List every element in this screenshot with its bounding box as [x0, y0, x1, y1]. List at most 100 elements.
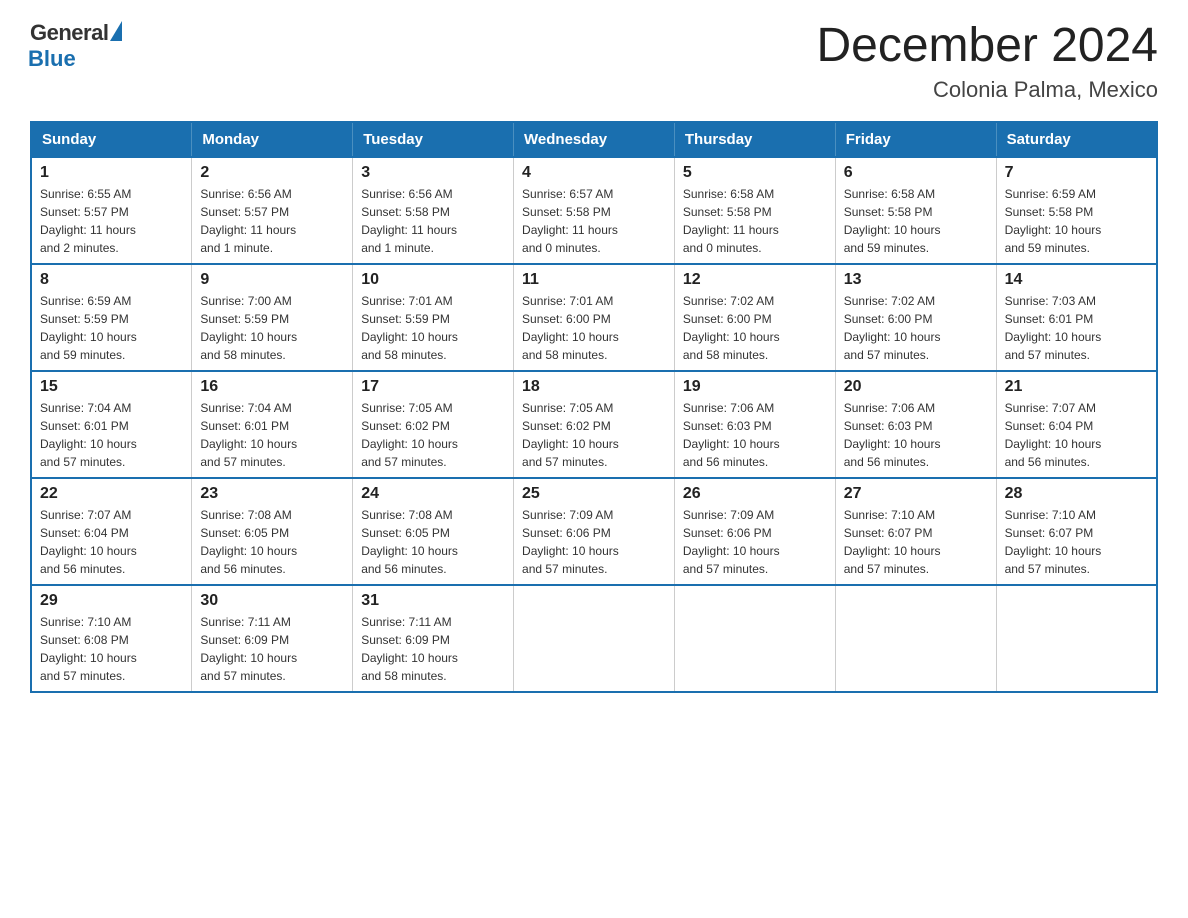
header-tuesday: Tuesday: [353, 122, 514, 157]
day-info: Sunrise: 7:06 AMSunset: 6:03 PMDaylight:…: [683, 399, 827, 471]
day-info: Sunrise: 7:09 AMSunset: 6:06 PMDaylight:…: [522, 506, 666, 578]
day-info: Sunrise: 7:10 AMSunset: 6:08 PMDaylight:…: [40, 613, 183, 685]
day-info: Sunrise: 7:02 AMSunset: 6:00 PMDaylight:…: [844, 292, 988, 364]
day-number: 30: [200, 592, 344, 610]
day-number: 20: [844, 378, 988, 396]
day-info: Sunrise: 7:02 AMSunset: 6:00 PMDaylight:…: [683, 292, 827, 364]
week-row-4: 22Sunrise: 7:07 AMSunset: 6:04 PMDayligh…: [31, 478, 1157, 585]
day-cell: 3 Sunrise: 6:56 AMSunset: 5:58 PMDaylight…: [353, 157, 514, 264]
header-wednesday: Wednesday: [514, 122, 675, 157]
day-number: 5: [683, 164, 827, 182]
day-number: 12: [683, 271, 827, 289]
header-monday: Monday: [192, 122, 353, 157]
day-info: Sunrise: 7:10 AMSunset: 6:07 PMDaylight:…: [844, 506, 988, 578]
day-number: 11: [522, 271, 666, 289]
week-row-3: 15 Sunrise: 7:04 AMSunset: 6:01 PMDayligh…: [31, 371, 1157, 478]
day-cell: 13Sunrise: 7:02 AMSunset: 6:00 PMDayligh…: [835, 264, 996, 371]
day-cell: 1 Sunrise: 6:55 AMSunset: 5:57 PMDaylight…: [31, 157, 192, 264]
title-block: December 2024 Colonia Palma, Mexico: [816, 20, 1158, 103]
day-info: Sunrise: 7:10 AMSunset: 6:07 PMDaylight:…: [1005, 506, 1148, 578]
day-number: 18: [522, 378, 666, 396]
day-cell: 18 Sunrise: 7:05 AMSunset: 6:02 PMDayligh…: [514, 371, 675, 478]
day-number: 23: [200, 485, 344, 503]
day-cell: 2 Sunrise: 6:56 AMSunset: 5:57 PMDaylight…: [192, 157, 353, 264]
day-info: Sunrise: 7:06 AMSunset: 6:03 PMDaylight:…: [844, 399, 988, 471]
day-number: 14: [1005, 271, 1148, 289]
day-number: 27: [844, 485, 988, 503]
day-cell: 24 Sunrise: 7:08 AMSunset: 6:05 PMDayligh…: [353, 478, 514, 585]
day-cell: 14 Sunrise: 7:03 AMSunset: 6:01 PMDayligh…: [996, 264, 1157, 371]
day-cell: 29 Sunrise: 7:10 AMSunset: 6:08 PMDayligh…: [31, 585, 192, 692]
header-sunday: Sunday: [31, 122, 192, 157]
day-number: 29: [40, 592, 183, 610]
day-cell: 9Sunrise: 7:00 AMSunset: 5:59 PMDaylight…: [192, 264, 353, 371]
day-number: 31: [361, 592, 505, 610]
day-cell: 25 Sunrise: 7:09 AMSunset: 6:06 PMDayligh…: [514, 478, 675, 585]
day-info: Sunrise: 7:05 AMSunset: 6:02 PMDaylight:…: [522, 399, 666, 471]
day-info: Sunrise: 7:08 AMSunset: 6:05 PMDaylight:…: [361, 506, 505, 578]
logo-general-text: General: [30, 20, 108, 46]
day-info: Sunrise: 7:04 AMSunset: 6:01 PMDaylight:…: [40, 399, 183, 471]
day-number: 7: [1005, 164, 1148, 182]
day-number: 22: [40, 485, 183, 503]
day-cell: [514, 585, 675, 692]
day-cell: 16Sunrise: 7:04 AMSunset: 6:01 PMDayligh…: [192, 371, 353, 478]
day-info: Sunrise: 6:55 AMSunset: 5:57 PMDaylight:…: [40, 185, 183, 257]
day-info: Sunrise: 7:07 AMSunset: 6:04 PMDaylight:…: [1005, 399, 1148, 471]
day-info: Sunrise: 7:11 AMSunset: 6:09 PMDaylight:…: [200, 613, 344, 685]
day-cell: 28Sunrise: 7:10 AMSunset: 6:07 PMDayligh…: [996, 478, 1157, 585]
day-cell: 26 Sunrise: 7:09 AMSunset: 6:06 PMDayligh…: [674, 478, 835, 585]
day-info: Sunrise: 6:57 AMSunset: 5:58 PMDaylight:…: [522, 185, 666, 257]
day-cell: 22Sunrise: 7:07 AMSunset: 6:04 PMDayligh…: [31, 478, 192, 585]
day-cell: 21 Sunrise: 7:07 AMSunset: 6:04 PMDayligh…: [996, 371, 1157, 478]
day-number: 15: [40, 378, 183, 396]
logo-blue-text: Blue: [28, 46, 76, 72]
day-number: 10: [361, 271, 505, 289]
day-info: Sunrise: 7:01 AMSunset: 6:00 PMDaylight:…: [522, 292, 666, 364]
day-cell: 11 Sunrise: 7:01 AMSunset: 6:00 PMDayligh…: [514, 264, 675, 371]
day-info: Sunrise: 6:58 AMSunset: 5:58 PMDaylight:…: [844, 185, 988, 257]
day-number: 16: [200, 378, 344, 396]
day-number: 26: [683, 485, 827, 503]
day-cell: 19Sunrise: 7:06 AMSunset: 6:03 PMDayligh…: [674, 371, 835, 478]
day-info: Sunrise: 7:01 AMSunset: 5:59 PMDaylight:…: [361, 292, 505, 364]
week-row-2: 8 Sunrise: 6:59 AMSunset: 5:59 PMDaylight…: [31, 264, 1157, 371]
day-number: 17: [361, 378, 505, 396]
day-cell: 7 Sunrise: 6:59 AMSunset: 5:58 PMDaylight…: [996, 157, 1157, 264]
day-info: Sunrise: 7:09 AMSunset: 6:06 PMDaylight:…: [683, 506, 827, 578]
day-cell: 10 Sunrise: 7:01 AMSunset: 5:59 PMDayligh…: [353, 264, 514, 371]
header-thursday: Thursday: [674, 122, 835, 157]
day-info: Sunrise: 7:11 AMSunset: 6:09 PMDaylight:…: [361, 613, 505, 685]
day-number: 3: [361, 164, 505, 182]
day-info: Sunrise: 6:58 AMSunset: 5:58 PMDaylight:…: [683, 185, 827, 257]
day-number: 25: [522, 485, 666, 503]
location: Colonia Palma, Mexico: [816, 77, 1158, 103]
day-cell: 27 Sunrise: 7:10 AMSunset: 6:07 PMDayligh…: [835, 478, 996, 585]
day-info: Sunrise: 6:56 AMSunset: 5:58 PMDaylight:…: [361, 185, 505, 257]
day-number: 2: [200, 164, 344, 182]
day-info: Sunrise: 6:59 AMSunset: 5:58 PMDaylight:…: [1005, 185, 1148, 257]
day-number: 6: [844, 164, 988, 182]
day-info: Sunrise: 7:03 AMSunset: 6:01 PMDaylight:…: [1005, 292, 1148, 364]
day-number: 21: [1005, 378, 1148, 396]
day-cell: 20 Sunrise: 7:06 AMSunset: 6:03 PMDayligh…: [835, 371, 996, 478]
week-row-1: 1 Sunrise: 6:55 AMSunset: 5:57 PMDaylight…: [31, 157, 1157, 264]
day-cell: 5 Sunrise: 6:58 AMSunset: 5:58 PMDaylight…: [674, 157, 835, 264]
day-info: Sunrise: 7:08 AMSunset: 6:05 PMDaylight:…: [200, 506, 344, 578]
day-number: 4: [522, 164, 666, 182]
logo-triangle-icon: [110, 21, 122, 41]
day-cell: 23 Sunrise: 7:08 AMSunset: 6:05 PMDayligh…: [192, 478, 353, 585]
day-number: 1: [40, 164, 183, 182]
day-number: 9: [200, 271, 344, 289]
day-cell: [835, 585, 996, 692]
day-cell: 6 Sunrise: 6:58 AMSunset: 5:58 PMDaylight…: [835, 157, 996, 264]
day-number: 8: [40, 271, 183, 289]
day-info: Sunrise: 6:59 AMSunset: 5:59 PMDaylight:…: [40, 292, 183, 364]
header-saturday: Saturday: [996, 122, 1157, 157]
day-info: Sunrise: 6:56 AMSunset: 5:57 PMDaylight:…: [200, 185, 344, 257]
day-cell: [674, 585, 835, 692]
logo: General Blue: [30, 20, 122, 72]
day-number: 24: [361, 485, 505, 503]
header-friday: Friday: [835, 122, 996, 157]
calendar-header-row: SundayMondayTuesdayWednesdayThursdayFrid…: [31, 122, 1157, 157]
